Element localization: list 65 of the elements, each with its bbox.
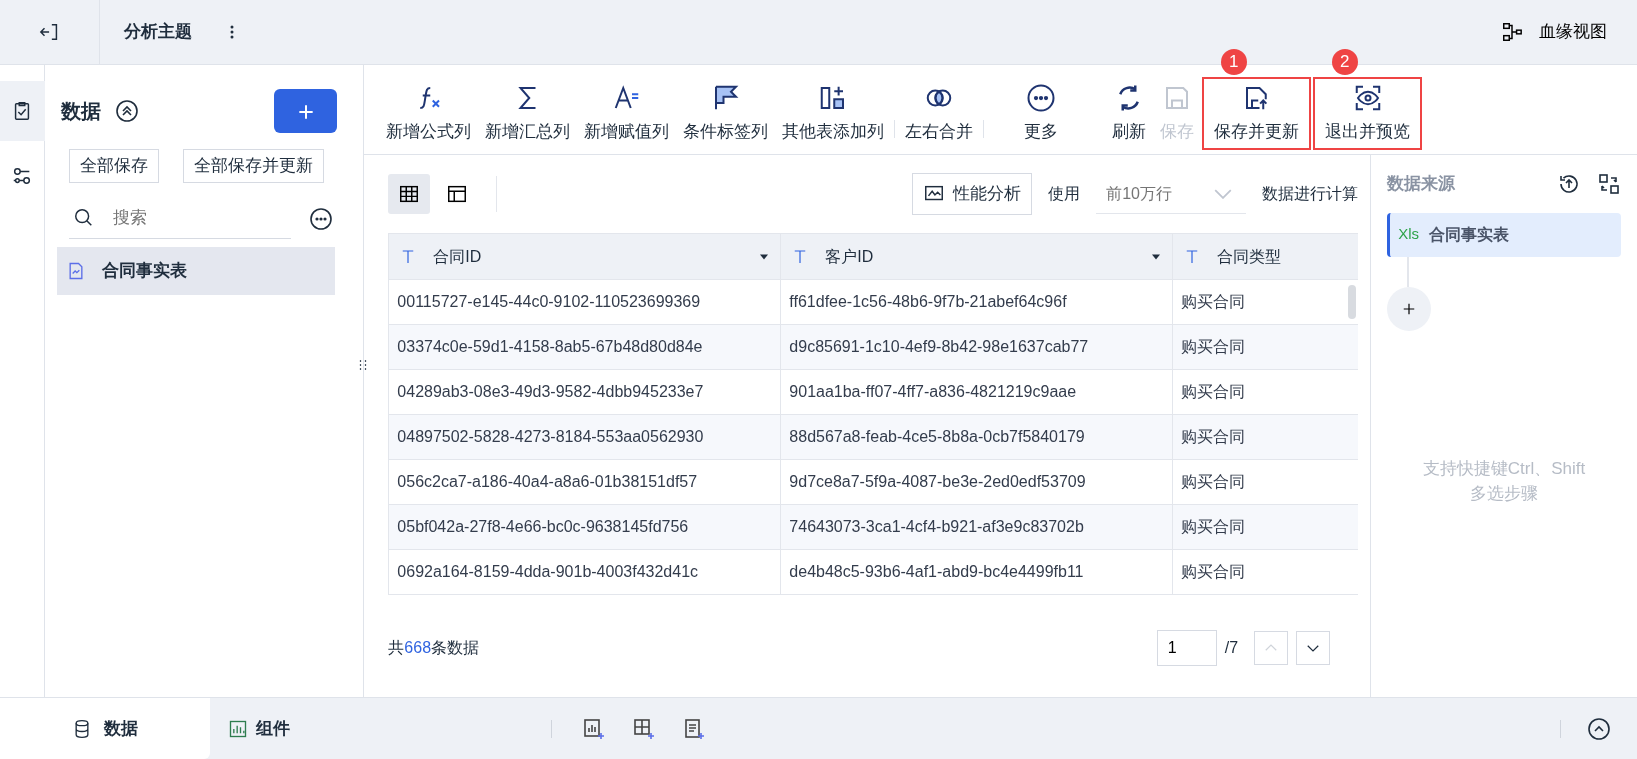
table-cell: 05bf042a-27f8-4e66-bc0c-9638145fd756 xyxy=(388,504,781,550)
collapse-icon[interactable] xyxy=(1587,716,1611,741)
table-cell: 04289ab3-08e3-49d3-9582-4dbb945233e7 xyxy=(388,369,781,415)
lineage-link[interactable]: 血缘视图 xyxy=(1495,18,1613,46)
page-total: /7 xyxy=(1224,638,1239,658)
swap-icon[interactable] xyxy=(1597,171,1621,196)
add-chart-icon[interactable] xyxy=(582,716,606,741)
compute-label: 数据进行计算 xyxy=(1262,184,1359,204)
bottom-tab[interactable]: 组件 xyxy=(222,698,296,759)
table-cell: 0692a164-8159-4dda-901b-4003f432d41c xyxy=(388,549,781,595)
add-table-icon[interactable] xyxy=(632,716,656,741)
table-item[interactable]: 合同事实表 xyxy=(57,246,336,295)
toolbar-button[interactable]: 其他表添加列 xyxy=(778,78,889,148)
chevron-down-icon xyxy=(1214,188,1233,199)
table-cell: 购买合同 xyxy=(1172,414,1359,460)
use-label: 使用 xyxy=(1048,184,1081,204)
scrollbar-thumb[interactable] xyxy=(1348,285,1357,319)
collapse-icon[interactable] xyxy=(115,99,139,123)
hint-text: 支持快捷键Ctrl、Shift多选步骤 xyxy=(1421,457,1587,505)
panel-title: 数据来源 xyxy=(1387,173,1456,195)
bottom-tab[interactable]: 数据 xyxy=(0,698,210,759)
table-cell: d9c85691-1c10-4ef9-8b42-98e1637cab77 xyxy=(780,324,1173,370)
save-button[interactable]: 全部保存 xyxy=(69,149,159,183)
settings-icon[interactable] xyxy=(11,165,33,187)
table-cell: de4b48c5-93b6-4af1-abd9-bc4e4499fb11 xyxy=(780,549,1173,595)
panel-title: 数据 xyxy=(61,99,101,124)
search-icon xyxy=(73,207,95,229)
grid-toggle[interactable] xyxy=(388,174,431,214)
table-cell: 74643073-3ca1-4cf4-b921-af3e9c83702b xyxy=(780,504,1173,550)
table-cell: 056c2ca7-a186-40a4-a8a6-01b38151df57 xyxy=(388,459,781,505)
table-cell: ff61dfee-1c56-48b6-9f7b-21abef64c96f xyxy=(780,279,1173,325)
toolbar-button[interactable]: 新增汇总列 xyxy=(481,78,575,148)
data-source-step[interactable]: Xls 合同事实表 xyxy=(1387,212,1621,257)
toolbar-button[interactable]: 更多 xyxy=(1020,78,1063,148)
table-cell: 购买合同 xyxy=(1172,324,1359,370)
chart-icon xyxy=(228,718,248,739)
column-header[interactable]: 合同ID xyxy=(388,233,781,280)
toolbar-button[interactable]: 左右合并 xyxy=(901,78,978,148)
table-cell: 88d567a8-feab-4ce5-8b8a-0cb7f5840179 xyxy=(780,414,1173,460)
layout-icon xyxy=(446,183,469,205)
table-cell: 购买合同 xyxy=(1172,504,1359,550)
save-button[interactable]: 全部保存并更新 xyxy=(183,149,324,183)
table-cell: 9d7ce8a7-5f9a-4087-be3e-2ed0edf53709 xyxy=(780,459,1173,505)
grid-icon xyxy=(398,183,421,205)
toolbar-button[interactable]: 新增赋值列 xyxy=(580,78,674,148)
table-cell: 901aa1ba-ff07-4ff7-a836-4821219c9aae xyxy=(780,369,1173,415)
toolbar-button[interactable]: 刷新 xyxy=(1108,78,1151,148)
table-cell: 03374c0e-59d1-4158-8ab5-67b48d80d84e xyxy=(388,324,781,370)
table-cell: 04897502-5828-4273-8184-553aa0562930 xyxy=(388,414,781,460)
toolbar-button[interactable]: 新增公式列 xyxy=(382,78,476,148)
toolbar-button[interactable]: 条件标签列 xyxy=(679,78,773,148)
column-header[interactable]: 客户ID xyxy=(780,233,1173,280)
window-title: 分析主题 xyxy=(124,21,192,44)
file-type-label: Xls xyxy=(1398,224,1419,245)
flow-icon xyxy=(1501,21,1523,43)
table-cell: 00115727-e145-44c0-9102-110523699369 xyxy=(388,279,781,325)
column-header[interactable]: 合同类型 xyxy=(1172,233,1359,280)
more-icon[interactable] xyxy=(309,206,334,231)
page-field[interactable]: 1 xyxy=(1156,630,1217,666)
search-field[interactable]: 搜索 xyxy=(111,204,251,232)
add-button[interactable] xyxy=(274,89,338,133)
add-report-icon[interactable] xyxy=(682,716,706,741)
more-icon xyxy=(1026,82,1057,113)
record-count: 共668条数据 xyxy=(388,638,480,658)
perf-button[interactable]: 性能分析 xyxy=(912,173,1033,215)
